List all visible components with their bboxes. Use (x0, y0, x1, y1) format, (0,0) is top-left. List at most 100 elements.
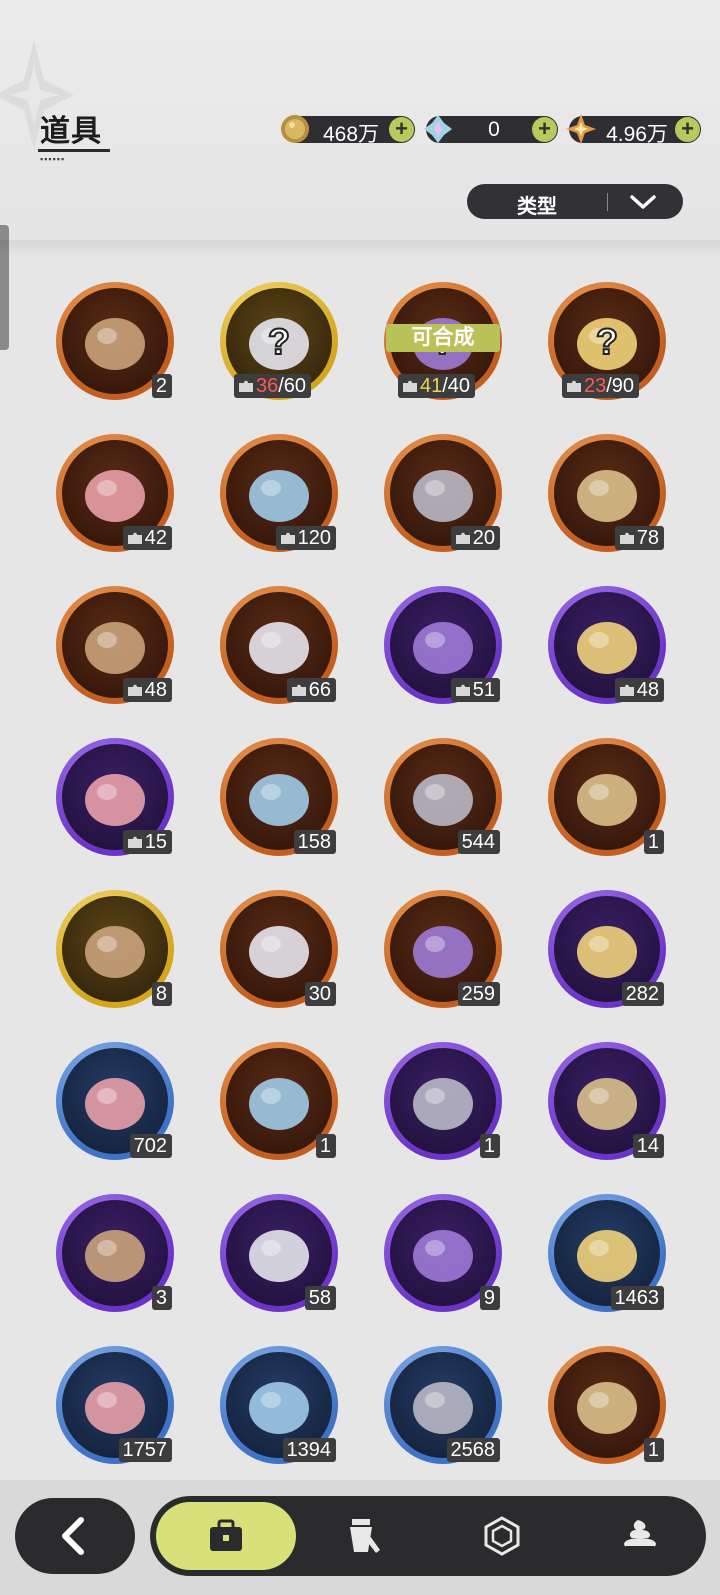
tab-items[interactable] (156, 1502, 296, 1570)
item-count-badge: 1 (643, 1438, 664, 1462)
puzzle-piece-icon (455, 684, 470, 696)
fragments-required: /40 (442, 375, 471, 397)
item-count-badge: 1757 (118, 1438, 172, 1462)
inventory-item[interactable]: 544 (384, 738, 502, 856)
inventory-item[interactable]: 702 (56, 1042, 174, 1160)
inventory-item[interactable]: 120 (220, 434, 338, 552)
item-grid: 2 ? 36/60? 可合成 41/40 ?23/90 42 120 20 78 48 66 51 48 1… (0, 0, 720, 1595)
item-count: 158 (297, 831, 331, 853)
item-count: 259 (461, 983, 495, 1005)
item-count-badge: 9 (479, 1286, 500, 1310)
item-count: 58 (308, 1287, 331, 1309)
item-count-badge: 42 (122, 526, 172, 550)
item-count: 1757 (122, 1439, 168, 1461)
item-count: 544 (461, 831, 495, 853)
item-count: 3 (155, 1287, 167, 1309)
item-count-badge: 15 (122, 830, 172, 854)
item-count: 48 (636, 679, 659, 701)
briefcase-icon (210, 1519, 242, 1551)
puzzle-piece-icon (403, 380, 417, 392)
item-count-badge: 20 (450, 526, 500, 550)
item-count-badge: 3 (151, 1286, 172, 1310)
craftable-badge: 可合成 (386, 324, 500, 352)
fragments-owned: 36 (256, 375, 279, 397)
costume-icon (350, 1519, 380, 1553)
item-count: 30 (308, 983, 331, 1005)
puzzle-piece-icon (280, 532, 295, 544)
inventory-item[interactable]: 9 (384, 1194, 502, 1312)
inventory-item[interactable]: 158 (220, 738, 338, 856)
item-count-badge: 1 (643, 830, 664, 854)
svg-text:?: ? (268, 321, 290, 362)
inventory-item[interactable]: 1 (548, 1346, 666, 1464)
inventory-item[interactable]: 1 (384, 1042, 502, 1160)
item-count: 2568 (450, 1439, 496, 1461)
inventory-item[interactable]: 259 (384, 890, 502, 1008)
puzzle-piece-icon (619, 532, 634, 544)
inventory-item[interactable]: 48 (548, 586, 666, 704)
inventory-item[interactable]: 2568 (384, 1346, 502, 1464)
inventory-item[interactable]: 14 (548, 1042, 666, 1160)
inventory-item[interactable]: ? 36/60 (220, 282, 338, 400)
inventory-item[interactable]: 30 (220, 890, 338, 1008)
item-count-badge: 544 (457, 830, 500, 854)
item-count: 14 (636, 1135, 659, 1157)
fragments-owned: 41 (420, 375, 443, 397)
back-arrow-icon (62, 1517, 84, 1555)
item-count-badge: 48 (614, 678, 664, 702)
item-count-badge: 1 (315, 1134, 336, 1158)
item-count: 1 (319, 1135, 331, 1157)
inventory-item[interactable]: ? 23/90 (548, 282, 666, 400)
inventory-item[interactable]: 1463 (548, 1194, 666, 1312)
fragments-required: /90 (606, 375, 635, 397)
inventory-item[interactable]: 2 (56, 282, 174, 400)
back-button[interactable] (15, 1498, 135, 1574)
bottom-nav (150, 1496, 706, 1576)
fragments-required: /60 (278, 375, 307, 397)
puzzle-piece-icon (239, 380, 253, 392)
inventory-item[interactable]: 1757 (56, 1346, 174, 1464)
inventory-item[interactable]: 8 (56, 890, 174, 1008)
inventory-item[interactable]: ?可合成41/40 (384, 282, 502, 400)
item-count-badge: 120 (275, 526, 336, 550)
inventory-item[interactable]: 48 (56, 586, 174, 704)
tab-gems[interactable] (432, 1502, 572, 1570)
item-count: 48 (144, 679, 167, 701)
inventory-item[interactable]: 58 (220, 1194, 338, 1312)
puzzle-piece-icon (291, 684, 306, 696)
item-count-badge: 58 (304, 1286, 336, 1310)
item-count: 702 (133, 1135, 167, 1157)
inventory-item[interactable]: 42 (56, 434, 174, 552)
item-count-badge: 1 (479, 1134, 500, 1158)
item-count: 66 (308, 679, 331, 701)
item-count-badge: 259 (457, 982, 500, 1006)
item-count: 9 (483, 1287, 495, 1309)
item-count-badge: 702 (129, 1134, 172, 1158)
tab-costume[interactable] (294, 1502, 434, 1570)
inventory-item[interactable]: 20 (384, 434, 502, 552)
inventory-item[interactable]: 78 (548, 434, 666, 552)
inventory-item[interactable]: 3 (56, 1194, 174, 1312)
inventory-item[interactable]: 1 (548, 738, 666, 856)
tab-food[interactable] (570, 1502, 710, 1570)
inventory-item[interactable]: 282 (548, 890, 666, 1008)
inventory-item[interactable]: 51 (384, 586, 502, 704)
inventory-item[interactable]: 15 (56, 738, 174, 856)
item-count-badge: 1394 (282, 1438, 336, 1462)
item-count: 1394 (286, 1439, 332, 1461)
inventory-item[interactable]: 1394 (220, 1346, 338, 1464)
item-count-badge: 2 (151, 374, 172, 398)
item-count: 15 (144, 831, 167, 853)
item-count: 1 (647, 1439, 659, 1461)
item-count: 51 (472, 679, 495, 701)
bottom-bar (0, 1480, 720, 1595)
item-count-badge: 36/60 (234, 374, 312, 398)
puzzle-piece-icon (455, 532, 470, 544)
item-count-badge: 14 (632, 1134, 664, 1158)
puzzle-piece-icon (567, 380, 581, 392)
puzzle-piece-icon (127, 684, 142, 696)
inventory-item[interactable]: 66 (220, 586, 338, 704)
item-count: 2 (155, 375, 167, 397)
item-count-badge: 23/90 (562, 374, 640, 398)
inventory-item[interactable]: 1 (220, 1042, 338, 1160)
